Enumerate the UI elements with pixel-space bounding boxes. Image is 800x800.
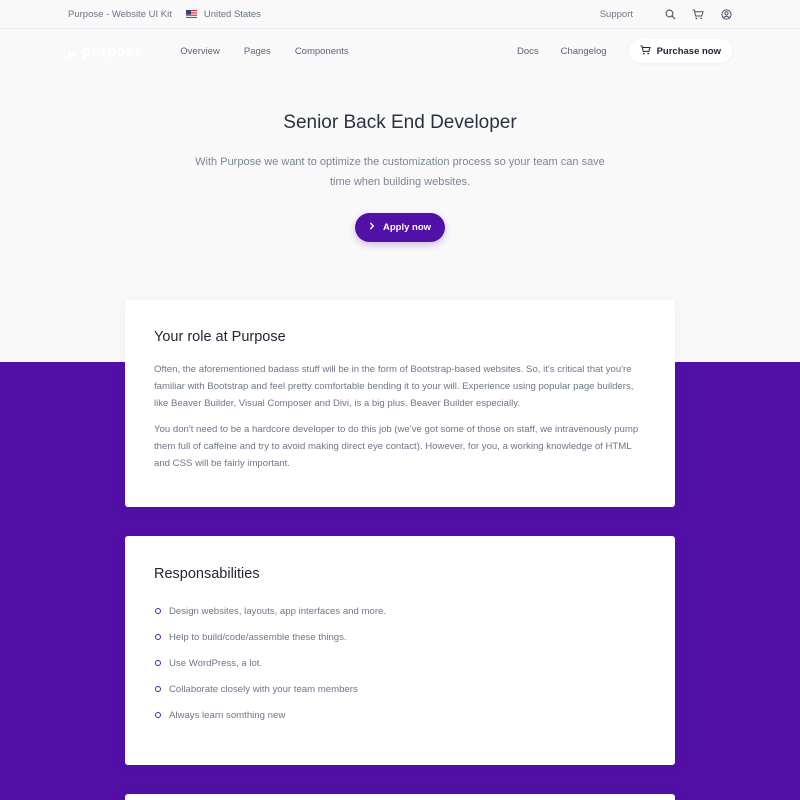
role-title: Your role at Purpose — [154, 329, 286, 345]
main-navbar: purpose Overview Pages Components Docs C… — [0, 30, 800, 72]
role-paragraph: Often, the aforementioned badass stuff w… — [154, 364, 634, 409]
chevron-right-icon — [369, 222, 375, 233]
page-title: Senior Back End Developer — [283, 112, 517, 133]
user-icon[interactable] — [720, 8, 732, 20]
responsibilities-card: Responsabilities Design websites, layout… — [125, 536, 675, 765]
list-item: Use WordPress, a lot. — [154, 650, 646, 676]
nav-pages[interactable]: Pages — [244, 46, 271, 57]
circle-bullet-icon — [155, 712, 161, 718]
responsibilities-list: Design websites, layouts, app interfaces… — [154, 598, 646, 728]
cart-icon[interactable] — [692, 8, 704, 20]
us-flag-icon — [185, 10, 197, 18]
country-label: United States — [203, 8, 261, 20]
nav-changelog[interactable]: Changelog — [561, 46, 607, 57]
circle-bullet-icon — [155, 634, 161, 640]
list-item-text: Collaborate closely with your team membe… — [169, 683, 358, 695]
purpose-logo[interactable]: purpose — [68, 43, 143, 60]
cart-icon — [640, 45, 651, 58]
apply-now-button[interactable]: Apply now — [355, 213, 445, 242]
logo-text: purpose — [82, 42, 144, 60]
nav-overview[interactable]: Overview — [180, 46, 220, 57]
logo-mark-icon — [68, 46, 76, 59]
list-item: Collaborate closely with your team membe… — [154, 676, 646, 702]
search-icon[interactable] — [664, 8, 676, 20]
next-card — [125, 794, 675, 800]
purchase-label: Purchase now — [656, 45, 721, 57]
nav-docs[interactable]: Docs — [517, 46, 539, 57]
nav-components[interactable]: Components — [295, 46, 349, 57]
list-item-text: Design websites, layouts, app interfaces… — [169, 605, 387, 617]
circle-bullet-icon — [155, 660, 161, 666]
list-item-text: Use WordPress, a lot. — [169, 657, 263, 669]
list-item: Always learn somthing new — [154, 702, 646, 728]
circle-bullet-icon — [155, 686, 161, 692]
circle-bullet-icon — [155, 608, 161, 614]
role-paragraph: You don't need to be a hardcore develope… — [154, 424, 639, 469]
country-selector[interactable]: United States — [185, 8, 261, 20]
list-item: Help to build/code/assemble these things… — [154, 624, 646, 650]
purchase-now-button[interactable]: Purchase now — [628, 39, 732, 63]
role-card: Your role at Purpose Often, the aforemen… — [125, 300, 675, 507]
list-item-text: Always learn somthing new — [169, 709, 286, 721]
apply-label: Apply now — [382, 222, 432, 233]
list-item: Design websites, layouts, app interfaces… — [154, 598, 646, 624]
list-item-text: Help to build/code/assemble these things… — [169, 631, 347, 643]
hero-description: With Purpose we want to optimize the cus… — [195, 156, 605, 188]
support-link[interactable]: Support — [600, 9, 633, 20]
responsibilities-title: Responsabilities — [154, 566, 260, 582]
kit-label[interactable]: Purpose - Website UI Kit — [68, 9, 172, 20]
top-bar: Purpose - Website UI Kit United States S… — [0, 0, 800, 29]
